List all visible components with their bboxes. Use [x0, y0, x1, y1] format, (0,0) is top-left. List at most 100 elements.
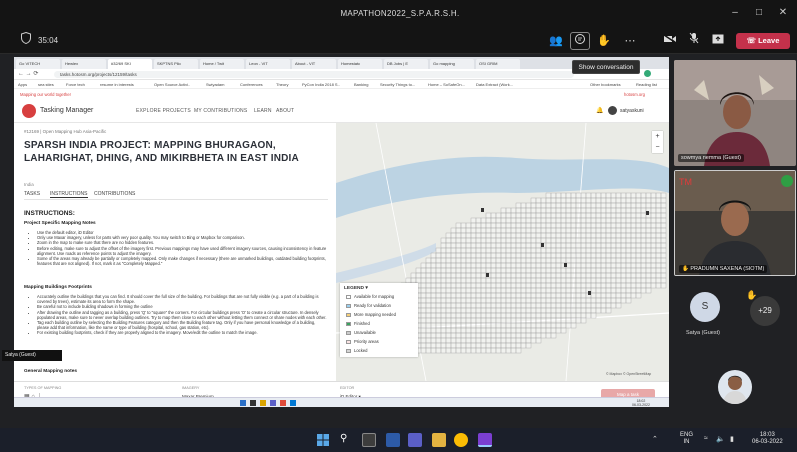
task-cell[interactable] — [595, 297, 602, 304]
task-cell[interactable] — [445, 282, 452, 289]
task-cell[interactable] — [585, 267, 592, 274]
task-cell[interactable] — [645, 277, 652, 284]
task-cell[interactable] — [510, 277, 517, 284]
teams-icon[interactable] — [408, 433, 422, 447]
task-cell[interactable] — [560, 267, 567, 274]
task-cell[interactable] — [545, 222, 552, 229]
task-cell[interactable] — [510, 212, 517, 219]
task-cell[interactable] — [475, 277, 482, 284]
task-cell[interactable] — [490, 217, 497, 224]
task-cell[interactable] — [625, 212, 632, 219]
task-cell[interactable] — [610, 302, 617, 309]
task-cell[interactable] — [520, 302, 527, 309]
windows-start-icon[interactable] — [316, 433, 330, 447]
task-cell[interactable] — [605, 242, 612, 249]
task-cell[interactable] — [475, 252, 482, 259]
task-cell[interactable] — [515, 342, 522, 349]
task-cell[interactable] — [625, 252, 632, 259]
task-cell[interactable] — [495, 237, 502, 244]
task-cell[interactable] — [455, 222, 462, 229]
task-cell[interactable] — [610, 202, 617, 209]
task-cell[interactable] — [465, 287, 472, 294]
task-cell[interactable] — [445, 307, 452, 314]
bookmark-item[interactable]: PyCon India 2018 S.. — [302, 82, 340, 87]
task-cell[interactable] — [615, 267, 622, 274]
task-cell[interactable] — [620, 207, 627, 214]
task-cell[interactable] — [430, 287, 437, 294]
task-cell[interactable] — [480, 242, 487, 249]
task-cell[interactable] — [430, 297, 437, 304]
task-cell[interactable] — [500, 257, 507, 264]
task-cell[interactable] — [660, 192, 667, 199]
task-cell[interactable] — [585, 222, 592, 229]
task-cell[interactable] — [625, 277, 632, 284]
task-cell[interactable] — [470, 317, 477, 324]
task-cell[interactable] — [535, 242, 542, 249]
task-cell[interactable] — [450, 342, 457, 349]
task-cell[interactable] — [575, 252, 582, 259]
task-cell[interactable] — [460, 332, 467, 339]
task-cell[interactable] — [610, 287, 617, 294]
task-cell[interactable] — [555, 227, 562, 234]
task-cell[interactable] — [570, 282, 577, 289]
task-cell[interactable] — [495, 227, 502, 234]
task-cell[interactable] — [620, 292, 627, 299]
task-cell[interactable] — [585, 277, 592, 284]
task-cell[interactable] — [550, 252, 557, 259]
task-cell[interactable] — [450, 252, 457, 259]
task-cell[interactable] — [610, 257, 617, 264]
task-cell[interactable] — [545, 292, 552, 299]
task-cell[interactable] — [485, 227, 492, 234]
task-cell[interactable] — [565, 207, 572, 214]
task-cell[interactable] — [530, 247, 537, 254]
browser-tab[interactable]: SKPTNS Pllo — [154, 59, 198, 69]
task-cell[interactable] — [605, 277, 612, 284]
task-cell[interactable] — [545, 272, 552, 279]
task-cell[interactable] — [530, 207, 537, 214]
task-cell[interactable] — [515, 327, 522, 334]
task-cell[interactable] — [630, 202, 637, 209]
task-cell[interactable] — [470, 247, 477, 254]
task-cell[interactable] — [540, 252, 547, 259]
task-cell[interactable] — [455, 312, 462, 319]
task-cell[interactable] — [455, 302, 462, 309]
task-cell[interactable] — [515, 262, 522, 269]
task-cell[interactable] — [435, 267, 442, 274]
task-cell[interactable] — [515, 277, 522, 284]
task-cell[interactable] — [500, 277, 507, 284]
task-cell[interactable] — [525, 287, 532, 294]
task-cell[interactable] — [565, 307, 572, 314]
task-cell[interactable] — [540, 222, 547, 229]
task-cell[interactable] — [470, 237, 477, 244]
task-cell[interactable] — [505, 242, 512, 249]
task-cell[interactable] — [540, 247, 547, 254]
task-cell[interactable] — [455, 237, 462, 244]
task-cell[interactable] — [470, 287, 477, 294]
task-cell[interactable] — [485, 257, 492, 264]
task-cell[interactable] — [650, 192, 657, 199]
task-cell[interactable] — [625, 267, 632, 274]
task-cell[interactable] — [565, 287, 572, 294]
task-cell[interactable] — [605, 237, 612, 244]
task-cell[interactable] — [445, 337, 452, 344]
task-cell[interactable] — [485, 302, 492, 309]
task-cell[interactable] — [490, 327, 497, 334]
task-cell[interactable] — [545, 197, 552, 204]
task-cell[interactable] — [660, 237, 667, 244]
task-cell[interactable] — [470, 242, 477, 249]
task-cell[interactable] — [570, 312, 577, 319]
task-cell[interactable] — [575, 292, 582, 299]
zoom-control[interactable]: + − — [652, 131, 663, 153]
task-cell[interactable] — [640, 287, 647, 294]
task-cell[interactable] — [590, 292, 597, 299]
task-cell[interactable] — [625, 237, 632, 244]
task-cell[interactable] — [500, 262, 507, 269]
chrome-icon[interactable] — [454, 433, 468, 447]
search-icon[interactable]: ⚲ — [340, 433, 354, 447]
task-cell[interactable] — [495, 217, 502, 224]
task-cell[interactable] — [660, 247, 667, 254]
task-cell[interactable] — [430, 327, 437, 334]
minimize-icon[interactable]: – — [728, 6, 742, 20]
task-cell[interactable] — [430, 347, 437, 354]
task-cell[interactable] — [570, 207, 577, 214]
